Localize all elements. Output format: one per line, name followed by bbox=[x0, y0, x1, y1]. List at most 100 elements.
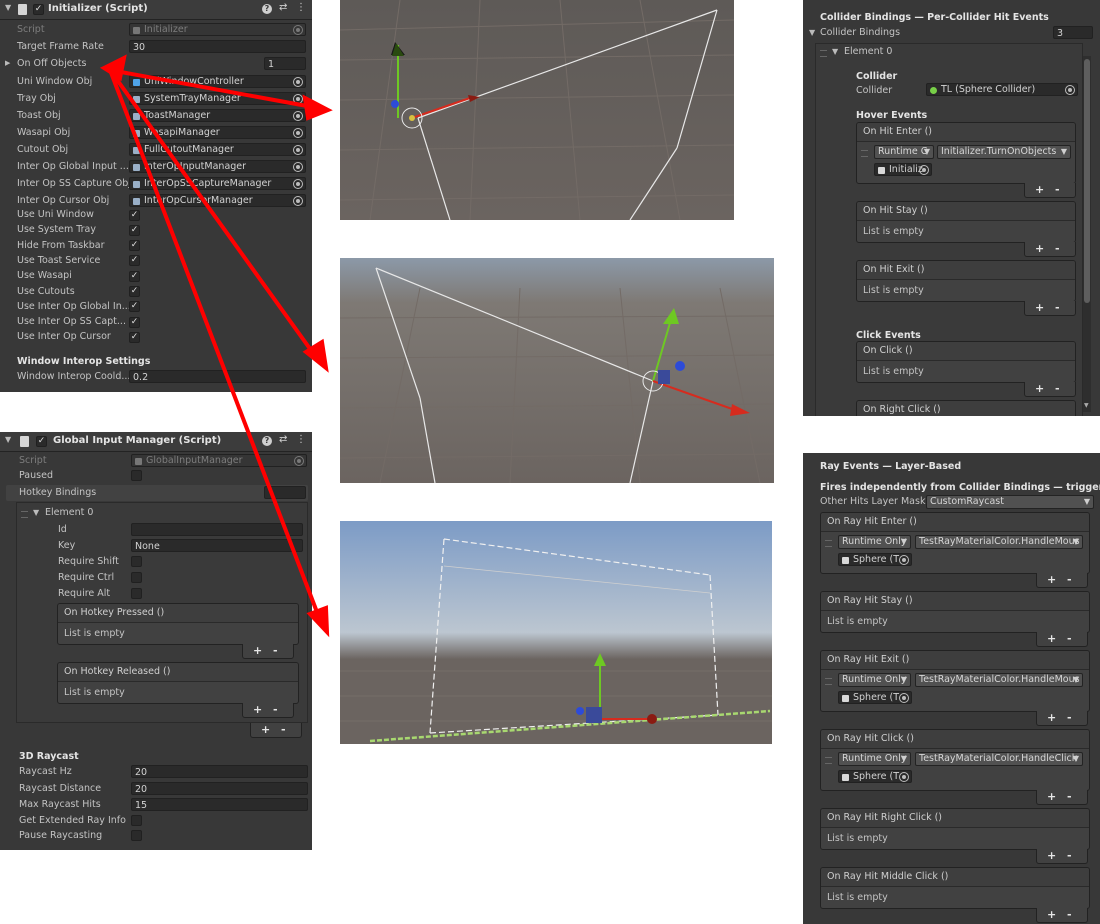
remove-button[interactable]: - bbox=[1055, 183, 1060, 197]
foldout-arrow-icon[interactable]: ▼ bbox=[5, 3, 11, 12]
global-input-header[interactable]: ▼ ✓ Global Input Manager (Script) ? ⇄ ⋮ bbox=[0, 432, 312, 452]
component-enabled-checkbox[interactable]: ✓ bbox=[33, 4, 44, 15]
preset-icon[interactable]: ⇄ bbox=[279, 434, 287, 445]
remove-button[interactable]: - bbox=[1067, 849, 1072, 863]
add-button[interactable]: + bbox=[1035, 242, 1044, 256]
remove-button[interactable]: - bbox=[273, 644, 278, 658]
toggle-checkbox[interactable]: ✓ bbox=[129, 301, 140, 313]
function-dropdown[interactable]: TestRayMaterialColor.HandleClick ▼ bbox=[915, 752, 1083, 766]
function-dropdown[interactable]: TestRayMaterialColor.HandleMous ▼ bbox=[915, 673, 1083, 687]
runtime-dropdown[interactable]: Runtime C ▼ bbox=[874, 145, 934, 159]
toggle-checkbox[interactable]: ✓ bbox=[129, 255, 140, 267]
add-button[interactable]: + bbox=[1047, 790, 1056, 804]
target-frame-rate-input[interactable]: 30 bbox=[129, 40, 306, 53]
require-alt-checkbox[interactable] bbox=[131, 588, 142, 599]
add-button[interactable]: + bbox=[1047, 573, 1056, 587]
target-object-field[interactable]: Sphere (T bbox=[838, 553, 912, 566]
runtime-dropdown[interactable]: Runtime Only ▼ bbox=[838, 673, 911, 687]
add-button[interactable]: + bbox=[253, 703, 262, 717]
collider-bindings-foldout-icon[interactable]: ▼ bbox=[809, 28, 815, 37]
object-picker-icon[interactable] bbox=[899, 772, 909, 782]
object-picker-icon[interactable] bbox=[899, 555, 909, 565]
remove-button[interactable]: - bbox=[1067, 632, 1072, 646]
object-field[interactable]: ToastManager bbox=[129, 109, 306, 122]
object-picker-icon[interactable] bbox=[1065, 85, 1075, 95]
object-picker-icon[interactable] bbox=[919, 165, 929, 175]
add-button[interactable]: + bbox=[1035, 183, 1044, 197]
remove-button[interactable]: - bbox=[1055, 301, 1060, 315]
drag-handle-icon[interactable] bbox=[21, 511, 28, 518]
scroll-down-arrow-icon[interactable]: ▼ bbox=[1084, 402, 1089, 409]
remove-button[interactable]: - bbox=[1067, 711, 1072, 725]
window-interop-cooldown-input[interactable]: 0.2 bbox=[129, 370, 306, 383]
on-off-objects-foldout-icon[interactable]: ▶ bbox=[5, 59, 10, 67]
object-field[interactable]: InterOpSSCaptureManager bbox=[129, 177, 306, 190]
on-off-objects-count[interactable]: 1 bbox=[264, 57, 306, 70]
toggle-checkbox[interactable]: ✓ bbox=[129, 286, 140, 297]
hotkey-bindings-bar[interactable]: Hotkey Bindings bbox=[6, 485, 308, 501]
max-raycast-hits-input[interactable]: 15 bbox=[131, 798, 308, 811]
add-button[interactable]: + bbox=[1047, 711, 1056, 725]
more-menu-icon[interactable]: ⋮ bbox=[296, 2, 306, 13]
add-button[interactable]: + bbox=[1035, 382, 1044, 396]
object-picker-icon[interactable] bbox=[293, 94, 303, 104]
object-field[interactable]: InterOpCursorManager bbox=[129, 194, 306, 207]
object-picker-icon[interactable] bbox=[293, 145, 303, 155]
runtime-dropdown[interactable]: Runtime Only ▼ bbox=[838, 752, 911, 766]
add-button[interactable]: + bbox=[1035, 301, 1044, 315]
toggle-checkbox[interactable]: ✓ bbox=[129, 331, 140, 343]
key-dropdown[interactable]: None bbox=[131, 539, 303, 552]
object-picker-icon[interactable] bbox=[293, 111, 303, 121]
remove-button[interactable]: - bbox=[1055, 242, 1060, 256]
raycast-hz-input[interactable]: 20 bbox=[131, 765, 308, 778]
id-input[interactable] bbox=[131, 523, 303, 536]
toggle-checkbox[interactable]: ✓ bbox=[129, 209, 140, 221]
element-foldout-icon[interactable]: ▼ bbox=[33, 508, 39, 517]
object-picker-icon[interactable] bbox=[293, 128, 303, 138]
add-button[interactable]: + bbox=[253, 644, 262, 658]
initializer-header[interactable]: ▼ ✓ Initializer (Script) ? ⇄ ⋮ bbox=[0, 0, 312, 20]
function-dropdown[interactable]: Initializer.TurnOnObjects ▼ bbox=[937, 145, 1071, 159]
toggle-checkbox[interactable]: ✓ bbox=[129, 240, 140, 252]
paused-checkbox[interactable] bbox=[131, 470, 142, 481]
object-field[interactable]: InterOpInputManager bbox=[129, 160, 306, 173]
drag-handle-icon[interactable] bbox=[861, 150, 868, 157]
drag-handle-icon[interactable] bbox=[825, 678, 832, 685]
require-ctrl-checkbox[interactable] bbox=[131, 572, 142, 583]
drag-handle-icon[interactable] bbox=[825, 540, 832, 547]
element-foldout-icon[interactable]: ▼ bbox=[832, 47, 838, 56]
scene-view-1[interactable] bbox=[340, 0, 734, 220]
raycast-distance-input[interactable]: 20 bbox=[131, 782, 308, 795]
toggle-checkbox[interactable]: ✓ bbox=[129, 224, 140, 236]
help-icon[interactable]: ? bbox=[262, 4, 272, 14]
require-shift-checkbox[interactable] bbox=[131, 556, 142, 567]
target-object-field[interactable]: Initializ bbox=[874, 163, 932, 176]
runtime-dropdown[interactable]: Runtime Only ▼ bbox=[838, 535, 911, 549]
collider-bindings-count[interactable]: 3 bbox=[1053, 26, 1093, 39]
object-field[interactable]: WasapiManager bbox=[129, 126, 306, 139]
toggle-checkbox[interactable]: ✓ bbox=[129, 270, 140, 282]
scene-view-2[interactable] bbox=[340, 258, 774, 483]
remove-button[interactable]: - bbox=[1067, 573, 1072, 587]
drag-handle-icon[interactable] bbox=[825, 757, 832, 764]
remove-button[interactable]: - bbox=[1067, 790, 1072, 804]
get-extended-ray-info-checkbox[interactable] bbox=[131, 815, 142, 826]
drag-handle-icon[interactable] bbox=[820, 50, 827, 57]
object-picker-icon[interactable] bbox=[293, 162, 303, 172]
add-button[interactable]: + bbox=[261, 723, 270, 737]
function-dropdown[interactable]: TestRayMaterialColor.HandleMous ▼ bbox=[915, 535, 1083, 549]
target-object-field[interactable]: Sphere (T bbox=[838, 691, 912, 704]
remove-button[interactable]: - bbox=[273, 703, 278, 717]
collider-object-field[interactable]: TL (Sphere Collider) bbox=[926, 83, 1078, 96]
add-button[interactable]: + bbox=[1047, 849, 1056, 863]
foldout-arrow-icon[interactable]: ▼ bbox=[5, 435, 11, 444]
preset-icon[interactable]: ⇄ bbox=[279, 2, 287, 13]
scrollbar[interactable]: ▼ bbox=[1083, 56, 1091, 412]
add-button[interactable]: + bbox=[1047, 908, 1056, 922]
remove-button[interactable]: - bbox=[281, 723, 286, 737]
on-off-objects-label[interactable]: On Off Objects bbox=[17, 58, 86, 69]
more-menu-icon[interactable]: ⋮ bbox=[296, 434, 306, 445]
pause-raycasting-checkbox[interactable] bbox=[131, 830, 142, 841]
scrollbar-thumb[interactable] bbox=[1084, 59, 1090, 303]
help-icon[interactable]: ? bbox=[262, 436, 272, 446]
